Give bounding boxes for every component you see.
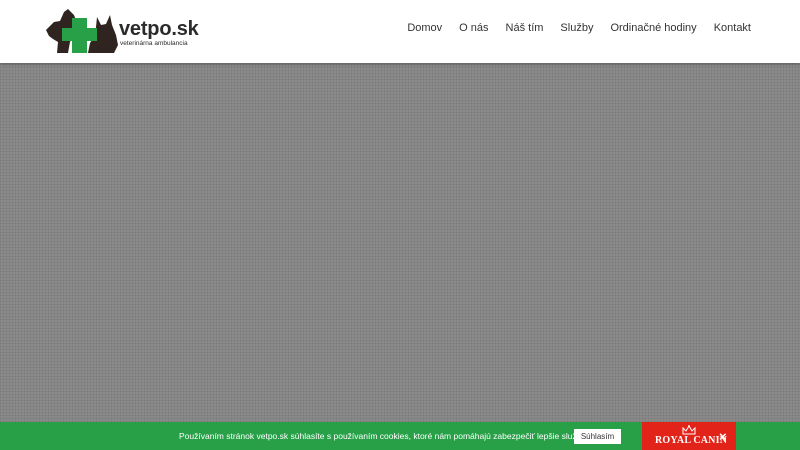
- nav-item-sluzby[interactable]: Služby: [543, 21, 593, 35]
- site-header: vetpo.sk veterinárna ambulancia Domov O …: [0, 0, 800, 63]
- nav-item-kontakt[interactable]: Kontakt: [697, 21, 751, 35]
- logo-name: vetpo.sk: [119, 18, 199, 40]
- cookie-message: Používaním stránok vetpo.sk súhlasíte s …: [179, 431, 588, 441]
- crown-icon: [682, 425, 696, 435]
- nav-item-nas-tim[interactable]: Náš tím: [489, 21, 544, 35]
- main-nav: Domov O nás Náš tím Služby Ordinačné hod…: [407, 21, 751, 35]
- nav-item-ordinacne-hodiny[interactable]: Ordinačné hodiny: [593, 21, 696, 35]
- dog-cat-green-cross-icon: [46, 9, 118, 53]
- ad-brand-name: ROYAL CANIN: [655, 435, 728, 446]
- site-logo[interactable]: vetpo.sk veterinárna ambulancia: [44, 9, 199, 55]
- cookie-accept-button[interactable]: Súhlasím: [574, 429, 621, 444]
- nav-item-o-nas[interactable]: O nás: [442, 21, 488, 35]
- logo-subtitle: veterinárna ambulancia: [120, 40, 188, 47]
- main-content-area: [0, 63, 800, 422]
- close-icon[interactable]: ×: [719, 430, 727, 443]
- nav-item-domov[interactable]: Domov: [407, 21, 442, 35]
